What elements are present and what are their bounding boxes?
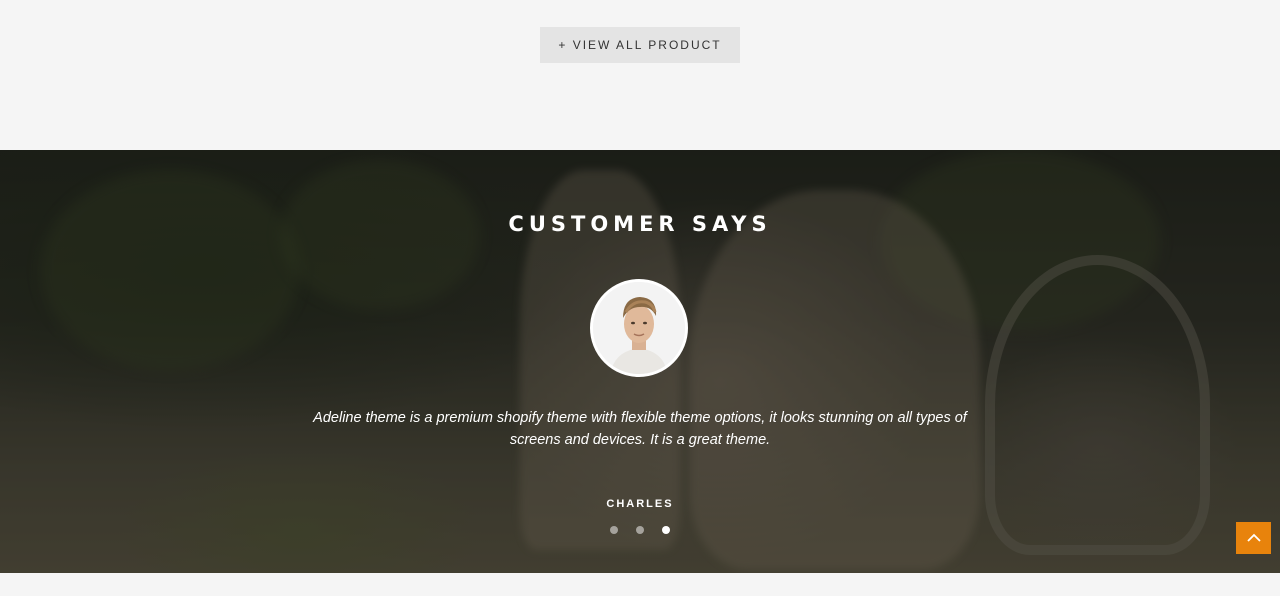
slider-dot-1[interactable] xyxy=(610,526,618,534)
slider-pagination xyxy=(610,524,670,536)
product-section-footer: + VIEW ALL PRODUCT xyxy=(0,0,1280,150)
scroll-to-top-button[interactable] xyxy=(1236,522,1271,554)
testimonial-author: CHARLES xyxy=(606,498,674,510)
view-all-product-button[interactable]: + VIEW ALL PRODUCT xyxy=(540,27,740,63)
slider-dot-2[interactable] xyxy=(636,526,644,534)
avatar xyxy=(590,279,688,377)
customer-portrait-icon xyxy=(593,282,685,374)
slider-dot-3[interactable] xyxy=(662,526,670,534)
testimonial-quote: Adeline theme is a premium shopify theme… xyxy=(313,410,967,448)
testimonial-section: CUSTOMER SAYS Adeline theme is a premium… xyxy=(0,150,1280,573)
section-title: CUSTOMER SAYS xyxy=(508,212,772,236)
chevron-up-icon xyxy=(1246,533,1261,542)
next-section xyxy=(0,573,1280,596)
